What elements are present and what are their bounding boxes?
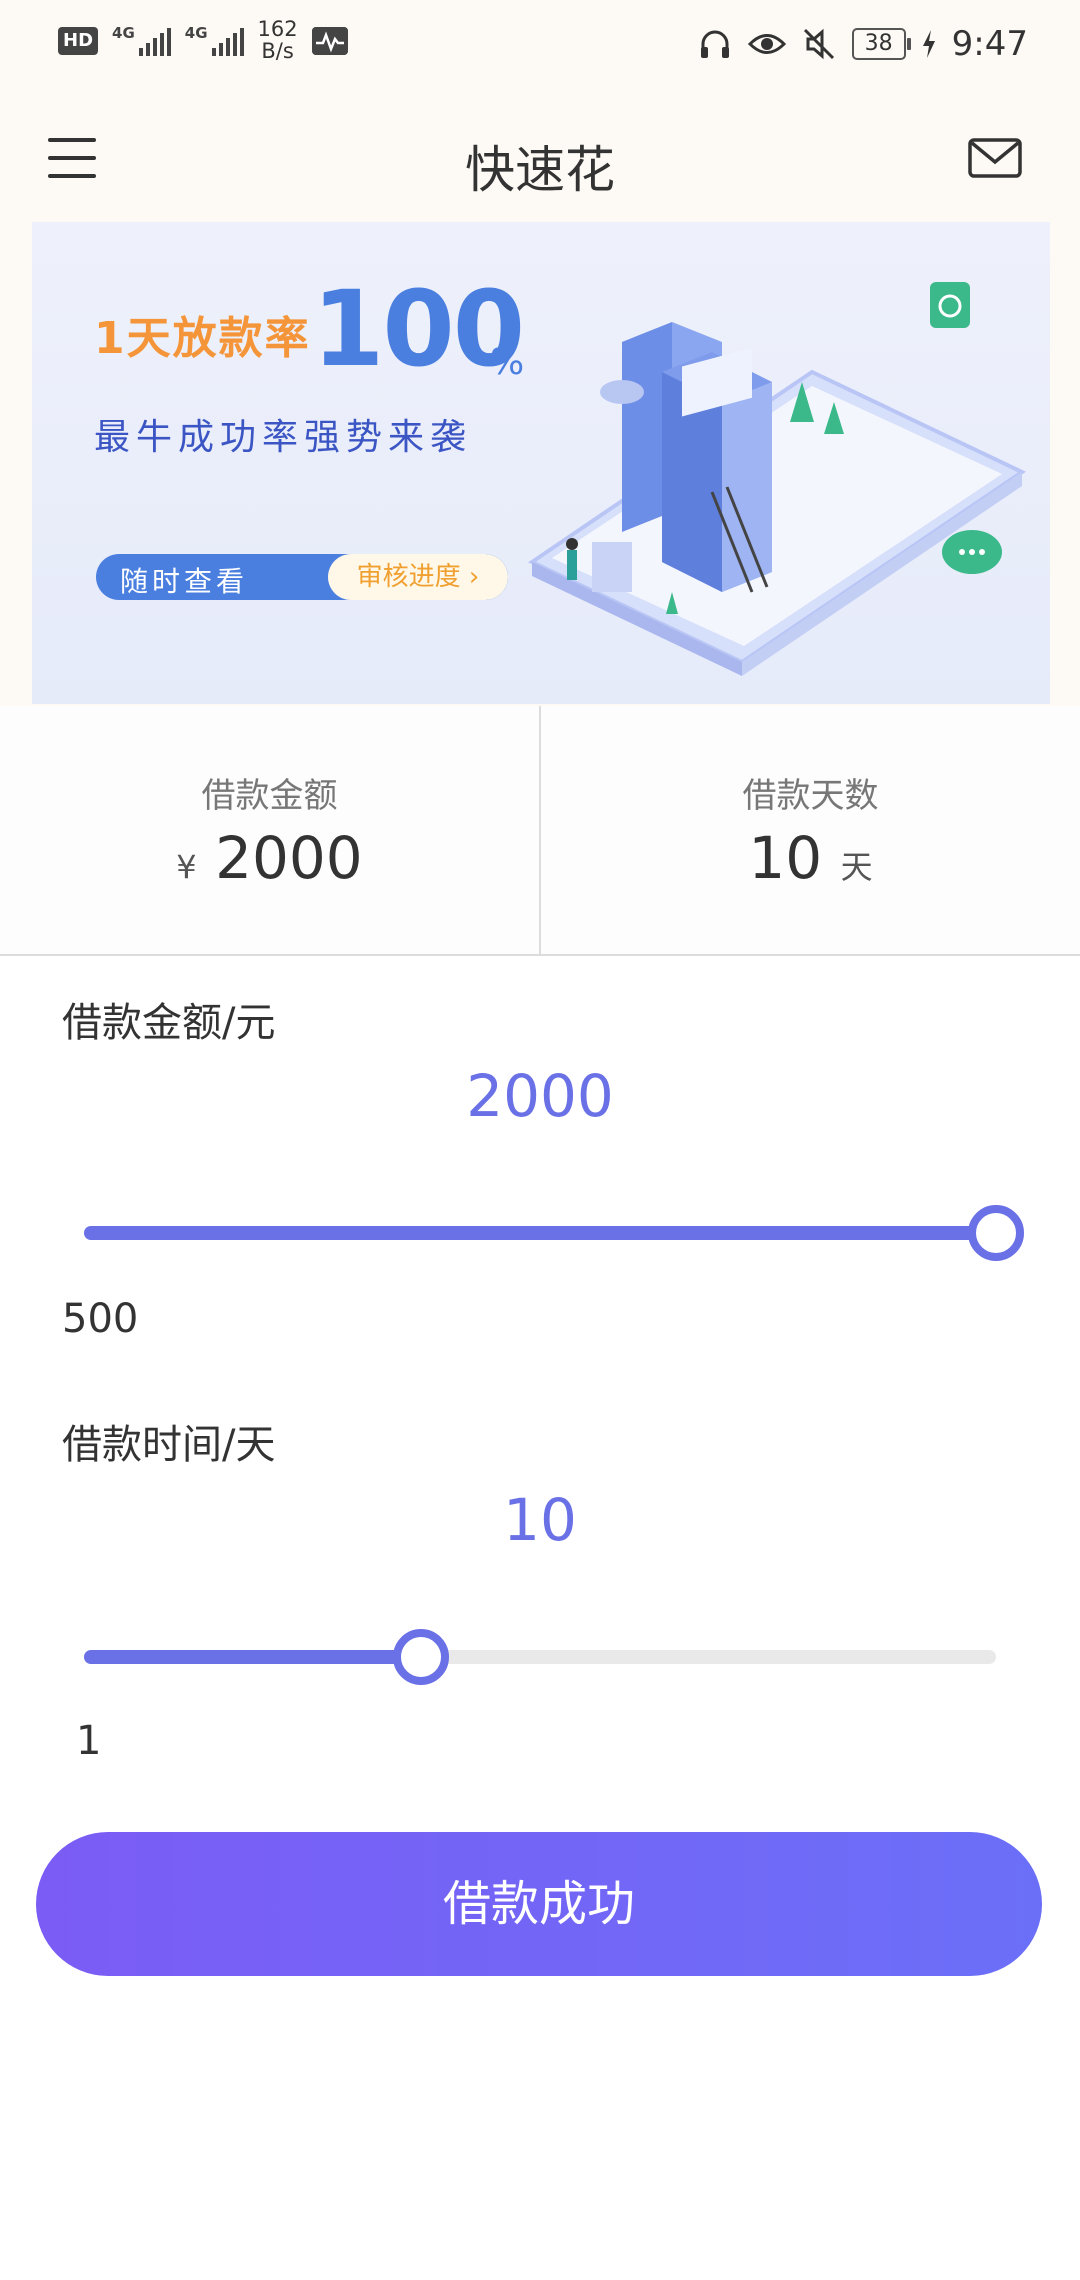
amount-slider-value: 2000 bbox=[466, 1062, 614, 1130]
amount-summary-label: 借款金额 bbox=[201, 776, 338, 816]
days-unit: 天 bbox=[840, 848, 873, 886]
days-slider-label: 借款时间/天 bbox=[62, 1422, 276, 1468]
days-summary-label: 借款天数 bbox=[742, 776, 879, 816]
currency-symbol: ¥ bbox=[176, 848, 197, 886]
banner-pill-left-text: 随时查看 bbox=[120, 565, 249, 598]
status-bar: HD 4G 4G 162 B/s 38 9:47 bbox=[0, 0, 1080, 92]
banner-progress-pill[interactable]: 随时查看 审核进度 › bbox=[96, 554, 508, 600]
days-slider[interactable] bbox=[84, 1629, 996, 1685]
nav-bar: 快速花 bbox=[0, 110, 1080, 210]
battery-icon: 38 bbox=[851, 28, 911, 60]
promo-banner[interactable]: 1天放款率 100 % 最牛成功率强势来袭 随时查看 审核进度 › bbox=[32, 222, 1050, 704]
signal-icon: 4G bbox=[112, 26, 171, 56]
amount-slider-thumb[interactable] bbox=[968, 1205, 1024, 1261]
days-slider-value: 10 bbox=[503, 1486, 577, 1554]
mute-icon bbox=[803, 28, 834, 60]
hd-badge: HD bbox=[58, 27, 99, 55]
banner-pill-right-text: 审核进度 › bbox=[328, 554, 508, 600]
submit-loan-button[interactable]: 借款成功 bbox=[36, 1832, 1042, 1976]
clock: 9:47 bbox=[951, 24, 1028, 64]
days-summary: 借款天数 10 天 bbox=[541, 706, 1080, 954]
headphones-icon bbox=[700, 30, 729, 58]
days-summary-value: 10 天 bbox=[748, 824, 873, 892]
amount-slider[interactable] bbox=[84, 1205, 1024, 1261]
amount-slider-fill bbox=[84, 1226, 996, 1240]
signal-icon-2: 4G bbox=[185, 26, 244, 56]
days-slider-fill bbox=[84, 1650, 422, 1664]
banner-headline: 1天放款率 bbox=[94, 313, 311, 364]
eye-icon bbox=[747, 34, 786, 54]
activity-icon bbox=[311, 27, 348, 55]
network-speed: 162 B/s bbox=[257, 17, 298, 63]
amount-min-label: 500 bbox=[62, 1296, 139, 1342]
banner-subheadline: 最牛成功率强势来袭 bbox=[94, 417, 473, 458]
amount-summary: 借款金额 ¥ 2000 bbox=[0, 706, 541, 954]
banner-illustration bbox=[527, 282, 1027, 676]
mail-icon[interactable] bbox=[968, 138, 1022, 178]
amount-slider-label: 借款金额/元 bbox=[62, 1000, 276, 1046]
charging-icon bbox=[922, 30, 935, 58]
page-title: 快速花 bbox=[465, 141, 615, 199]
loan-summary: 借款金额 ¥ 2000 借款天数 10 天 bbox=[0, 706, 1080, 956]
amount-summary-value: ¥ 2000 bbox=[176, 824, 363, 892]
days-min-label: 1 bbox=[76, 1718, 102, 1764]
days-slider-thumb[interactable] bbox=[393, 1629, 450, 1685]
